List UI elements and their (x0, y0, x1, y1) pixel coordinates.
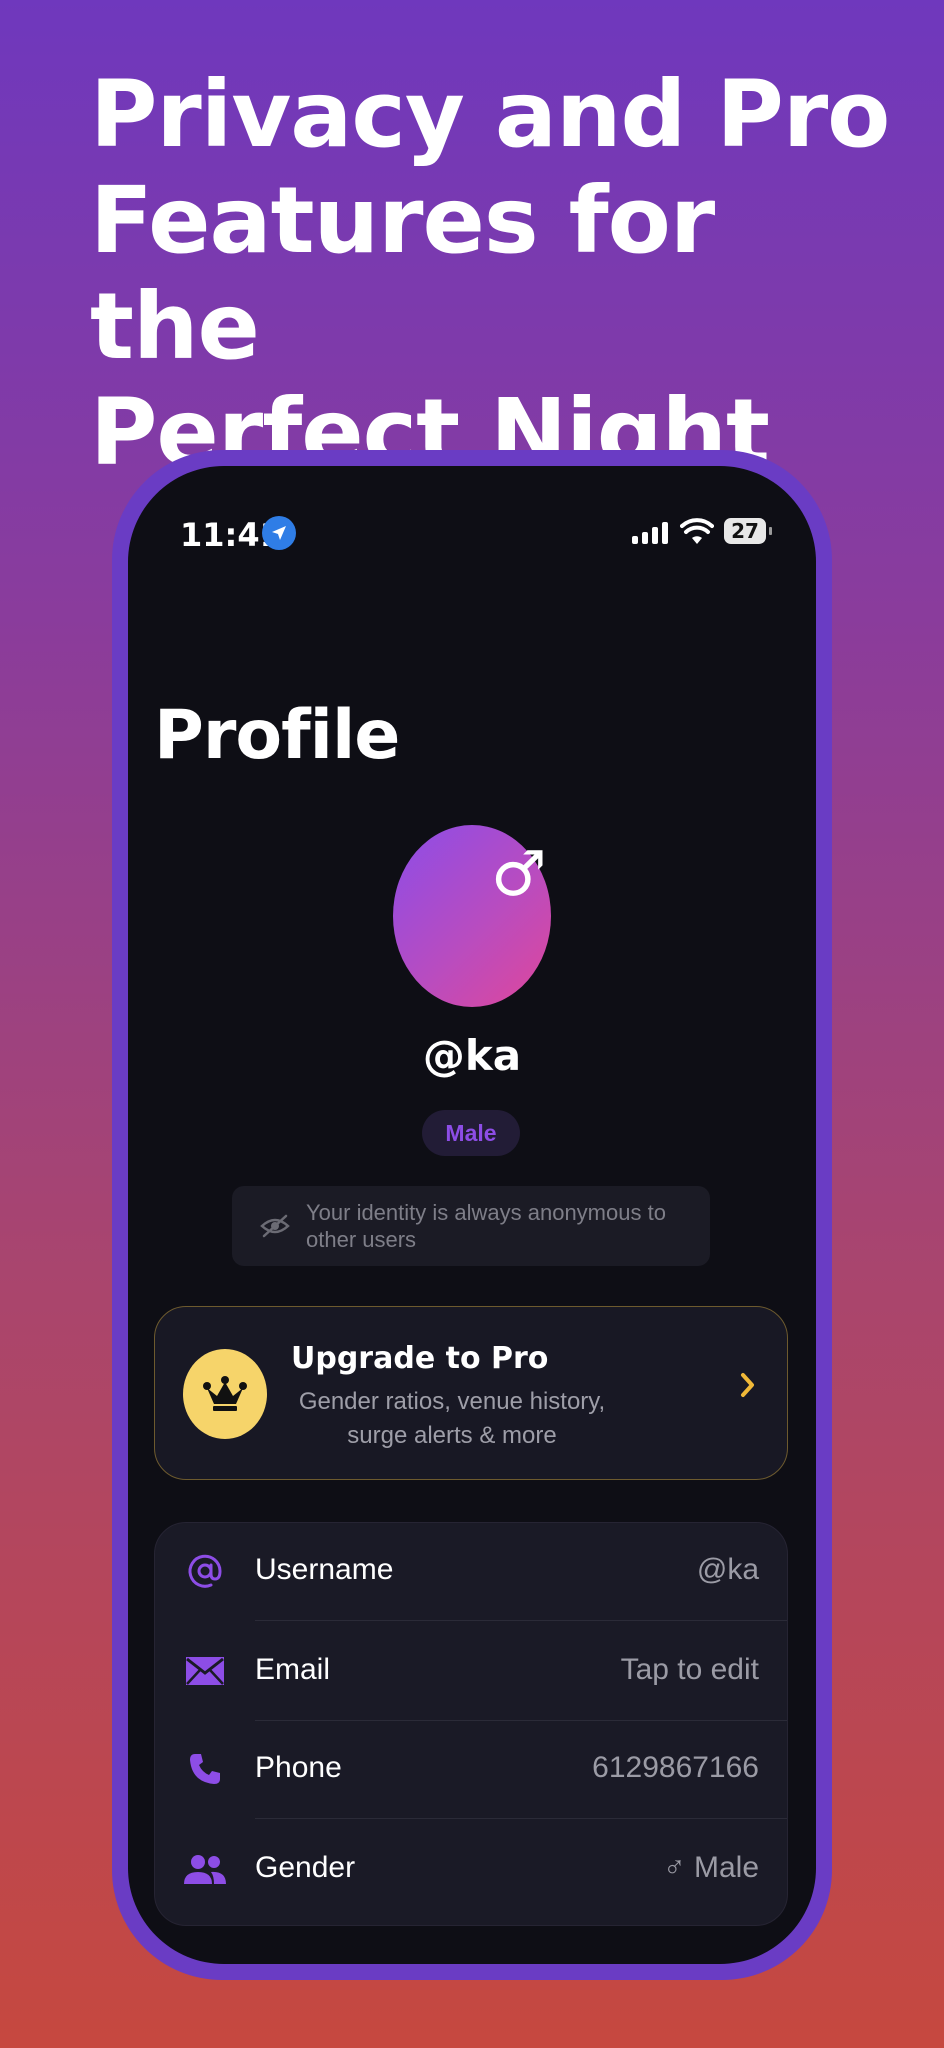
row-phone[interactable]: Phone 6129867166 (155, 1721, 787, 1819)
envelope-icon (183, 1649, 227, 1693)
phone-screen: 11:41 27 Profile ♂ @ka Male Your identit… (128, 466, 816, 1964)
location-arrow-icon (262, 516, 296, 550)
anonymous-notice-text: Your identity is always anonymous to oth… (306, 1200, 666, 1252)
headline-line-1: Privacy and Pro (90, 61, 890, 168)
headline-line-2: Features for the (90, 167, 715, 380)
at-icon (183, 1549, 227, 1593)
wifi-icon (680, 518, 714, 544)
pro-card-subtitle: Gender ratios, venue history, surge aler… (298, 1388, 606, 1449)
profile-details-list: Username @ka Email Tap to edit Phone 612… (154, 1522, 788, 1926)
row-email[interactable]: Email Tap to edit (155, 1623, 787, 1721)
gender-badge: Male (422, 1110, 520, 1156)
phone-frame: 11:41 27 Profile ♂ @ka Male Your identit… (112, 450, 832, 1980)
pro-card-title: Upgrade to Pro (291, 1341, 549, 1376)
row-value: Tap to edit (620, 1653, 759, 1686)
row-label: Gender (255, 1851, 356, 1884)
anonymous-notice: Your identity is always anonymous to oth… (232, 1186, 710, 1266)
row-gender[interactable]: Gender ♂ Male (155, 1821, 787, 1919)
row-label: Email (255, 1653, 331, 1686)
row-value: ♂ Male (663, 1851, 759, 1884)
people-icon (183, 1847, 227, 1891)
page-title: Profile (154, 696, 400, 775)
cellular-signal-icon (632, 522, 668, 544)
phone-icon (183, 1747, 227, 1791)
promo-headline: Privacy and Pro Features for the Perfect… (90, 62, 890, 486)
row-value: @ka (696, 1553, 759, 1586)
divider (255, 1818, 787, 1819)
battery-icon: 27 (724, 518, 772, 544)
row-value: 6129867166 (592, 1751, 759, 1784)
eye-slash-icon (260, 1214, 290, 1238)
row-label: Username (255, 1553, 394, 1586)
profile-handle: @ka (422, 1031, 522, 1080)
male-symbol-icon: ♂ (491, 837, 547, 910)
row-username[interactable]: Username @ka (155, 1523, 787, 1621)
chevron-right-icon (741, 1373, 754, 1397)
upgrade-pro-card[interactable]: Upgrade to Pro Gender ratios, venue hist… (154, 1306, 788, 1480)
row-label: Phone (255, 1751, 342, 1784)
divider (255, 1620, 787, 1621)
crown-icon (183, 1349, 267, 1439)
avatar[interactable]: ♂ (393, 825, 551, 1007)
